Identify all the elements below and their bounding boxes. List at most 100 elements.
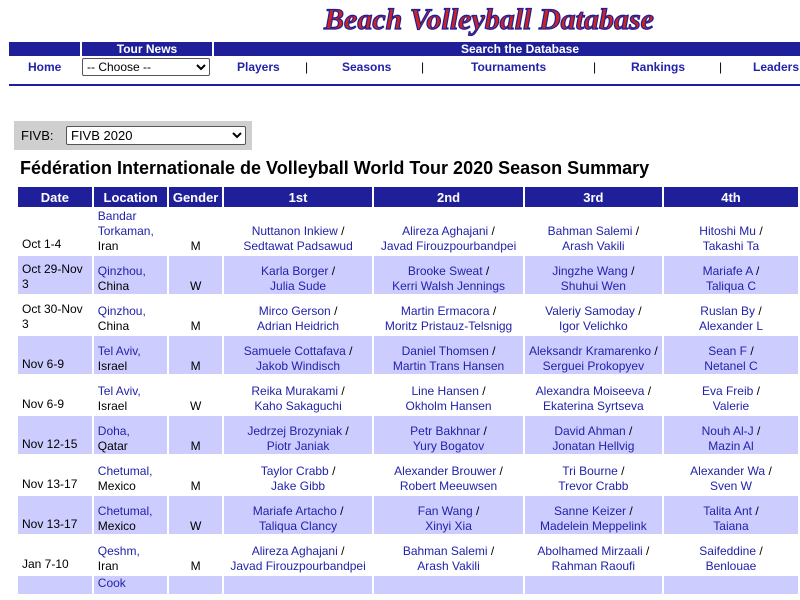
- col-header-2nd[interactable]: 2nd: [374, 187, 523, 207]
- player-link[interactable]: Sedtawat Padsawud: [243, 239, 352, 253]
- nav-seasons-link[interactable]: Seasons: [342, 60, 391, 74]
- player-link[interactable]: Rahman Raoufi: [552, 559, 635, 573]
- player-link[interactable]: Serguei Prokopyev: [543, 359, 644, 373]
- player-link[interactable]: Karla Borger: [261, 264, 328, 278]
- location-city-link[interactable]: Qinzhou,: [98, 304, 146, 318]
- player-link[interactable]: Alexander Wa: [690, 464, 765, 478]
- player-link[interactable]: Ekaterina Syrtseva: [543, 399, 644, 413]
- player-link[interactable]: Trevor Crabb: [558, 479, 628, 493]
- nav-leaders-link[interactable]: Leaders: [753, 60, 799, 74]
- location-city-link[interactable]: Cook: [98, 576, 126, 590]
- player-link[interactable]: Robert Meeuwsen: [400, 479, 497, 493]
- location-city-link[interactable]: Doha,: [98, 424, 130, 438]
- col-header-date[interactable]: Date: [18, 187, 92, 207]
- location-city-link[interactable]: Qeshm,: [98, 544, 140, 558]
- player-link[interactable]: Alexander Brouwer: [394, 464, 496, 478]
- player-link[interactable]: Yury Bogatov: [413, 439, 484, 453]
- player-link[interactable]: Taylor Crabb: [261, 464, 329, 478]
- season-filter: FIVB: FIVB 2020: [14, 121, 252, 150]
- col-header-gender[interactable]: Gender: [169, 187, 222, 207]
- location-city-link[interactable]: Tel Aviv,: [98, 344, 141, 358]
- player-link[interactable]: Line Hansen: [412, 384, 479, 398]
- player-link[interactable]: Saifeddine: [699, 544, 756, 558]
- location-city-link[interactable]: Chetumal,: [98, 504, 153, 518]
- location-city-link[interactable]: Tel Aviv,: [98, 384, 141, 398]
- player-link[interactable]: Bahman Salemi: [403, 544, 488, 558]
- player-link[interactable]: Hitoshi Mu: [699, 224, 756, 238]
- player-link[interactable]: David Ahman: [554, 424, 625, 438]
- player-link[interactable]: Xinyi Xia: [425, 519, 472, 533]
- site-logo[interactable]: Beach Volleyball Database: [320, 0, 720, 42]
- player-link[interactable]: Benlouae: [706, 559, 757, 573]
- player-link[interactable]: Javad Firouzpourbandpei: [381, 239, 516, 253]
- player-link[interactable]: Daniel Thomsen: [402, 344, 489, 358]
- player-link[interactable]: Julia Sude: [270, 279, 326, 293]
- player-link[interactable]: Alireza Aghajani: [252, 544, 338, 558]
- player-link[interactable]: Aleksandr Kramarenko: [529, 344, 651, 358]
- player-link[interactable]: Martin Trans Hansen: [393, 359, 504, 373]
- player-link[interactable]: Taliqua C: [706, 279, 756, 293]
- player-link[interactable]: Moritz Pristauz-Telsnigg: [385, 319, 512, 333]
- tour-news-select[interactable]: -- Choose --: [82, 58, 210, 76]
- player-link[interactable]: Shuhui Wen: [561, 279, 626, 293]
- player-link[interactable]: Nouh Al-J: [702, 424, 754, 438]
- player-link[interactable]: Abolhamed Mirzaali: [537, 544, 642, 558]
- player-link[interactable]: Jakob Windisch: [256, 359, 340, 373]
- player-link[interactable]: Javad Firouzpourbandpei: [230, 559, 365, 573]
- nav-tournaments-link[interactable]: Tournaments: [471, 60, 546, 74]
- player-link[interactable]: Reika Murakami: [251, 384, 338, 398]
- player-link[interactable]: Samuele Cottafava: [244, 344, 346, 358]
- player-link[interactable]: Alexandra Moiseeva: [536, 384, 645, 398]
- col-header-1st[interactable]: 1st: [223, 187, 373, 207]
- player-link[interactable]: Sean F: [708, 344, 747, 358]
- player-link[interactable]: Arash Vakili: [562, 239, 624, 253]
- player-link[interactable]: Alireza Aghajani: [402, 224, 488, 238]
- player-link[interactable]: Okholm Hansen: [406, 399, 492, 413]
- player-link[interactable]: Kaho Sakaguchi: [254, 399, 341, 413]
- player-link[interactable]: Taiana: [713, 519, 748, 533]
- player-link[interactable]: Brooke Sweat: [408, 264, 483, 278]
- season-select[interactable]: FIVB 2020: [66, 126, 246, 145]
- player-link[interactable]: Martin Ermacora: [401, 304, 490, 318]
- player-link[interactable]: Valeriy Samoday: [545, 304, 635, 318]
- player-link[interactable]: Petr Bakhnar: [410, 424, 480, 438]
- player-link[interactable]: Takashi Ta: [703, 239, 759, 253]
- location-city-link[interactable]: Qinzhou,: [98, 264, 146, 278]
- player-link[interactable]: Valerie: [713, 399, 749, 413]
- nav-players-link[interactable]: Players: [237, 60, 280, 74]
- location-city-link[interactable]: Chetumal,: [98, 464, 153, 478]
- location-city-link[interactable]: Bandar Torkaman,: [98, 209, 154, 238]
- player-link[interactable]: Sven W: [710, 479, 752, 493]
- player-link[interactable]: Netanel C: [704, 359, 757, 373]
- player-link[interactable]: Mariafe A: [703, 264, 753, 278]
- player-link[interactable]: Madelein Meppelink: [540, 519, 647, 533]
- player-link[interactable]: Jonatan Hellvig: [552, 439, 634, 453]
- player-link[interactable]: Jedrzej Brozyniak: [247, 424, 342, 438]
- player-link[interactable]: Mazin Al: [708, 439, 753, 453]
- player-link[interactable]: Ruslan By: [700, 304, 755, 318]
- player-link[interactable]: Fan Wang: [418, 504, 473, 518]
- player-link[interactable]: Igor Velichko: [559, 319, 628, 333]
- player-link[interactable]: Jingzhe Wang: [552, 264, 628, 278]
- player-link[interactable]: Mariafe Artacho: [253, 504, 337, 518]
- col-header-3rd[interactable]: 3rd: [524, 187, 662, 207]
- player-link[interactable]: Piotr Janiak: [267, 439, 330, 453]
- player-link[interactable]: Jake Gibb: [271, 479, 325, 493]
- player-link[interactable]: Alexander L: [699, 319, 763, 333]
- col-header-4th[interactable]: 4th: [663, 187, 798, 207]
- player-link[interactable]: Eva Freib: [702, 384, 753, 398]
- nav-rankings-link[interactable]: Rankings: [631, 60, 685, 74]
- player-link[interactable]: Bahman Salemi: [548, 224, 633, 238]
- player-link[interactable]: Kerri Walsh Jennings: [392, 279, 505, 293]
- cell-gender: [169, 576, 222, 594]
- player-link[interactable]: Mirco Gerson: [259, 304, 331, 318]
- nav-home-link[interactable]: Home: [28, 60, 61, 74]
- player-link[interactable]: Adrian Heidrich: [257, 319, 339, 333]
- player-link[interactable]: Sanne Keizer: [554, 504, 626, 518]
- player-link[interactable]: Tri Bourne: [562, 464, 618, 478]
- player-link[interactable]: Talita Ant: [703, 504, 752, 518]
- col-header-location[interactable]: Location: [93, 187, 168, 207]
- player-link[interactable]: Arash Vakili: [417, 559, 479, 573]
- player-link[interactable]: Nuttanon Inkiew: [252, 224, 338, 238]
- player-link[interactable]: Taliqua Clancy: [259, 519, 337, 533]
